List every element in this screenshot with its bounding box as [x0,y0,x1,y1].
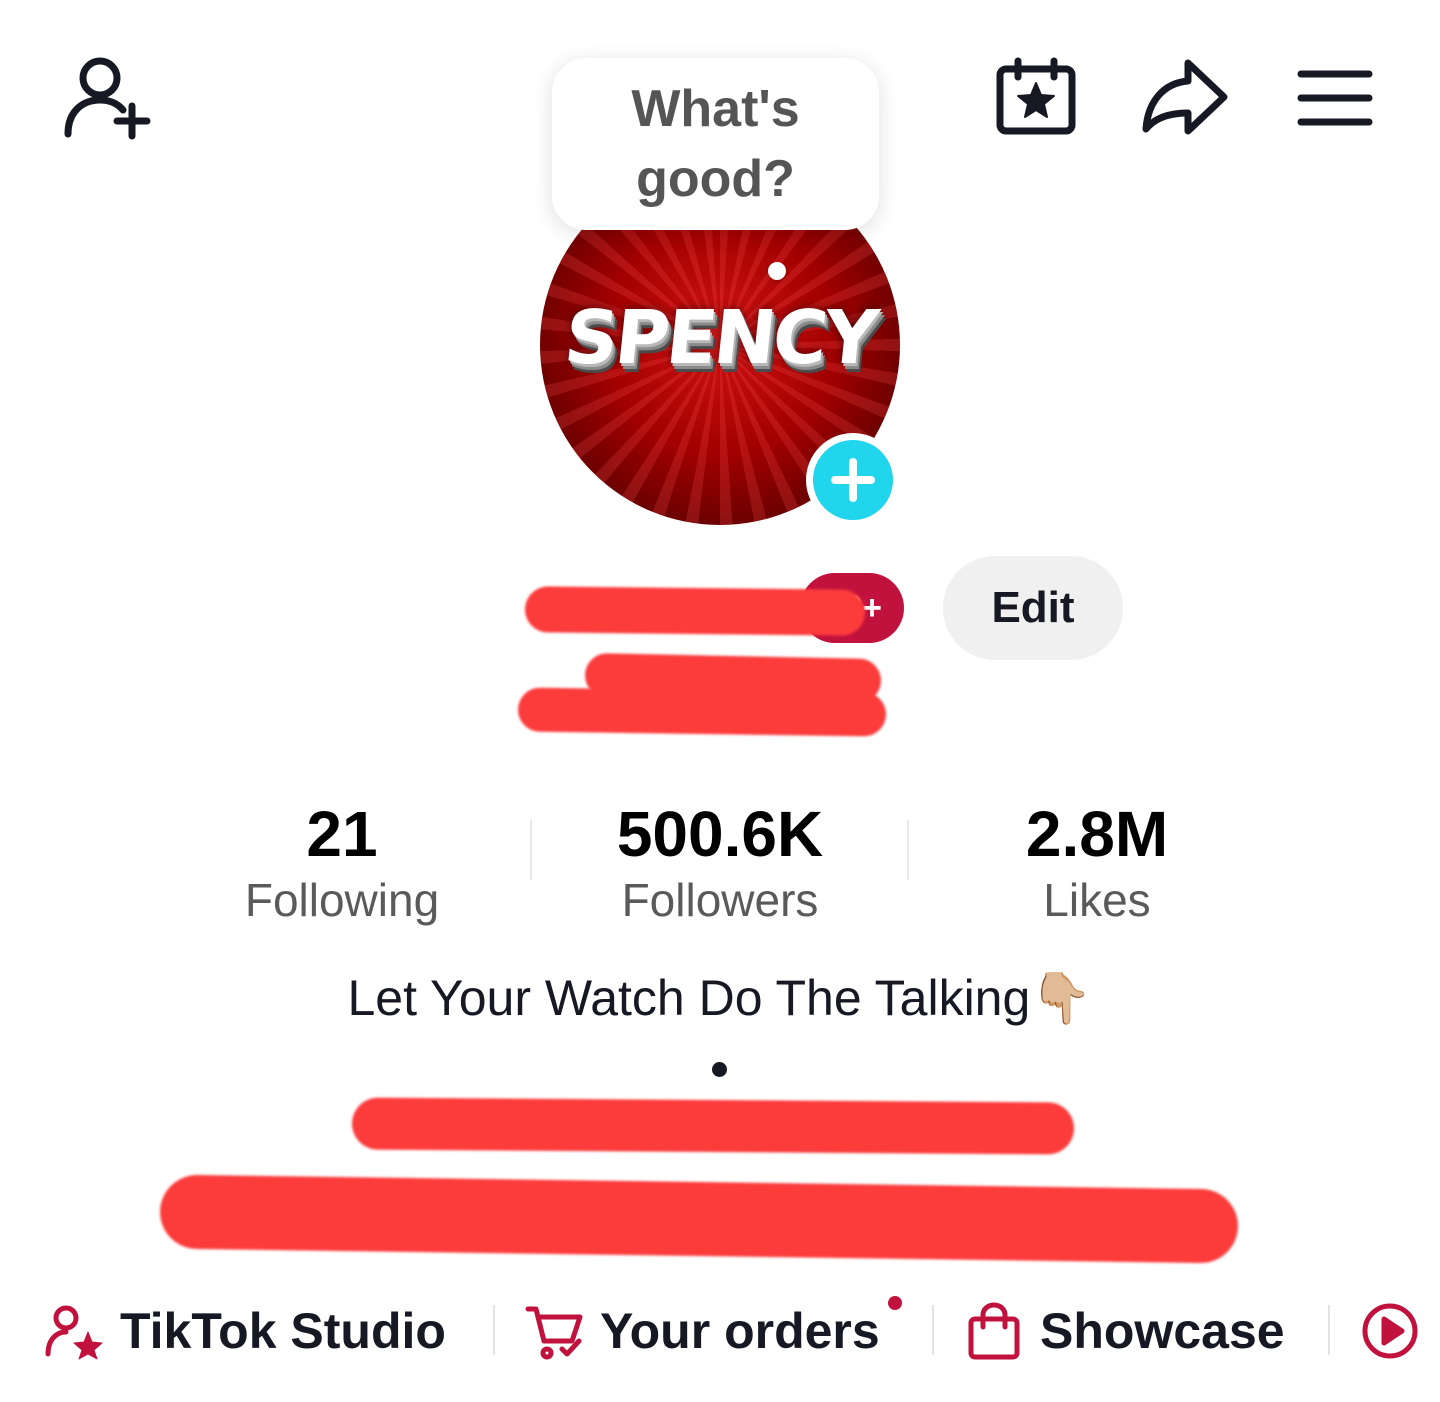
tooltip-tail [768,262,786,280]
tool-divider [932,1305,934,1355]
calendar-button[interactable] [990,55,1082,139]
live-tool-button[interactable] [1360,1296,1420,1366]
tool-divider [1328,1305,1330,1355]
share-icon [1142,59,1228,135]
your-orders-button[interactable]: Your orders [524,1296,880,1366]
stat-likes[interactable]: 2.8M Likes [947,800,1247,930]
showcase-label: Showcase [1040,1303,1285,1359]
share-button[interactable] [1138,55,1232,139]
tool-divider [493,1305,495,1355]
stat-followers[interactable]: 500.6K Followers [570,800,870,930]
redacted-username [524,586,866,636]
avatar-logo-text: SPENCY [560,295,880,381]
profile-tooltip[interactable]: What's good? [552,58,879,230]
following-label: Following [244,874,440,926]
your-orders-label: Your orders [600,1303,880,1359]
play-circle-icon [1362,1303,1418,1359]
orders-notification-dot [888,1296,902,1310]
redacted-bio-line [351,1097,1075,1155]
stat-divider [530,820,532,880]
redacted-handle-2 [517,687,887,737]
tiktok-studio-button[interactable]: TikTok Studio [44,1296,446,1366]
menu-icon [1297,70,1373,126]
edit-profile-button[interactable]: Edit [943,556,1123,660]
tooltip-text: What's good? [631,80,800,208]
shopping-bag-icon [968,1302,1020,1360]
showcase-button[interactable]: Showcase [966,1296,1285,1366]
add-friend-icon [64,57,151,140]
plus-icon [831,458,875,502]
calendar-star-icon [996,57,1076,135]
likes-label: Likes [1043,874,1151,926]
cart-icon [525,1306,583,1360]
creator-star-icon [45,1305,103,1360]
add-story-button[interactable] [806,433,900,527]
stat-following[interactable]: 21 Following [192,800,492,930]
followers-label: Followers [621,874,819,926]
menu-button[interactable] [1294,66,1376,130]
following-count: 21 [306,798,378,870]
tiktok-studio-label: TikTok Studio [120,1303,446,1359]
stat-divider [907,820,909,880]
bio-text: Let Your Watch Do The Talking👇🏼 [347,970,1093,1026]
add-friend-button[interactable] [56,52,156,142]
followers-count: 500.6K [616,798,824,870]
redacted-bio-link [159,1174,1239,1264]
bio-bullet [712,1062,727,1077]
likes-count: 2.8M [1025,798,1169,870]
